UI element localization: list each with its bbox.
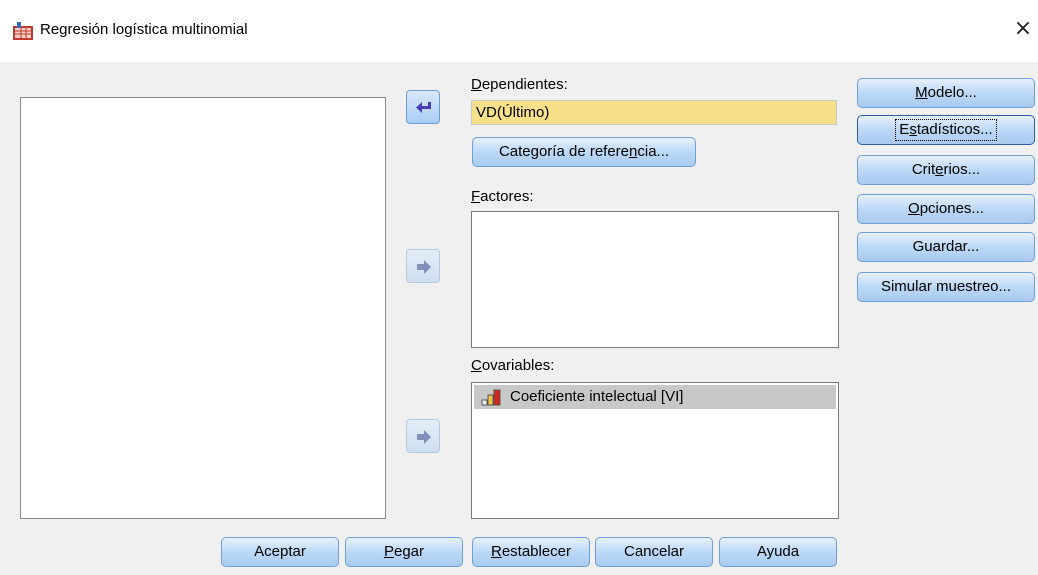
scale-variable-icon bbox=[481, 389, 501, 406]
arrow-left-icon bbox=[416, 102, 431, 113]
criterios-button[interactable]: Criterios... bbox=[857, 155, 1035, 185]
list-item-label: Coeficiente intelectual [VI] bbox=[510, 388, 684, 405]
modelo-button[interactable]: Modelo... bbox=[857, 78, 1035, 108]
title-bar: Regresión logística multinomial × bbox=[0, 0, 1038, 62]
factors-label: Factores: bbox=[471, 188, 534, 205]
arrow-right-icon bbox=[417, 430, 431, 444]
move-covariate-button[interactable] bbox=[406, 419, 440, 453]
aceptar-button[interactable]: Aceptar bbox=[221, 537, 339, 567]
variables-source-list[interactable] bbox=[20, 97, 386, 519]
list-item[interactable]: Coeficiente intelectual [VI] bbox=[474, 385, 836, 409]
cancelar-button[interactable]: Cancelar bbox=[595, 537, 713, 567]
restablecer-button[interactable]: Restablecer bbox=[472, 537, 590, 567]
move-dependent-button[interactable] bbox=[406, 90, 440, 124]
pegar-button[interactable]: Pegar bbox=[345, 537, 463, 567]
guardar-button[interactable]: Guardar... bbox=[857, 232, 1035, 262]
spss-app-icon bbox=[13, 22, 33, 40]
ayuda-button[interactable]: Ayuda bbox=[719, 537, 837, 567]
arrow-right-icon bbox=[417, 260, 431, 274]
factors-list[interactable] bbox=[471, 211, 839, 348]
reference-category-button[interactable]: Categoría de referencia... bbox=[472, 137, 696, 167]
opciones-button[interactable]: Opciones... bbox=[857, 194, 1035, 224]
estadisticos-button[interactable]: Estadísticos... bbox=[857, 115, 1035, 145]
covariates-label: Covariables: bbox=[471, 357, 555, 374]
dependent-label: Dependientes: bbox=[471, 76, 568, 93]
dependent-field[interactable]: VD(Último) bbox=[471, 100, 837, 125]
covariates-list[interactable]: Coeficiente intelectual [VI] bbox=[471, 382, 839, 519]
simular-muestreo-button[interactable]: Simular muestreo... bbox=[857, 272, 1035, 302]
window-title: Regresión logística multinomial bbox=[40, 21, 248, 38]
close-icon[interactable]: × bbox=[1012, 16, 1034, 42]
move-factor-button[interactable] bbox=[406, 249, 440, 283]
